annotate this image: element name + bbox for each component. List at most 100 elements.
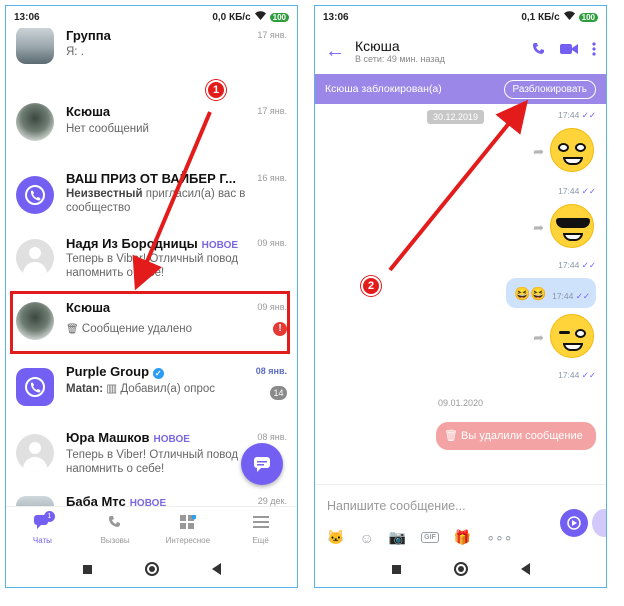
explore-icon: [179, 514, 197, 529]
verified-icon: ✓: [152, 368, 164, 379]
chat-name: Надя Из Бородницы НОВОЕ: [66, 236, 239, 251]
date-separator: 09.01.2020: [437, 398, 484, 408]
chat-item[interactable]: Purple Group ✓ 08 янв. Matan: ▥ Добавил(…: [6, 358, 297, 420]
status-bar: 13:06 0,0 КБ/с 100: [6, 6, 297, 28]
more-options-icon[interactable]: [592, 41, 596, 61]
chat-date: 29 дек.: [257, 496, 287, 506]
share-icon[interactable]: ➦: [533, 144, 544, 160]
more-icon[interactable]: ∘∘∘: [486, 529, 512, 546]
chats-count-badge: 1: [43, 511, 55, 522]
chat-name: Баба Мтс НОВОЕ: [66, 494, 166, 506]
new-label: НОВОЕ: [201, 240, 239, 251]
home-icon[interactable]: [453, 562, 468, 576]
avatar: [16, 103, 54, 141]
network-speed: 0,0 КБ/с: [212, 11, 251, 23]
chat-preview: Matan: ▥ Добавил(а) опрос: [66, 383, 216, 395]
message-time: 17:44 ✓✓: [558, 370, 596, 380]
cat-sticker-icon[interactable]: 🐱: [327, 529, 344, 546]
compose-button[interactable]: [241, 443, 283, 485]
message-time: 17:44 ✓✓: [558, 260, 596, 270]
chat-list-screen: 13:06 0,0 КБ/с 100 Группа 17 янв. Я: . К…: [5, 5, 298, 588]
avatar: [16, 368, 54, 406]
chat-item[interactable]: Баба Мтс НОВОЕ 29 дек.: [6, 488, 297, 506]
chat-item[interactable]: Надя Из Бородницы НОВОЕ 09 янв. Теперь в …: [6, 228, 297, 290]
tab-more[interactable]: Ещё: [224, 507, 297, 552]
send-icon: [567, 516, 581, 530]
battery-icon: 100: [269, 12, 289, 22]
network-speed: 0,1 КБ/с: [521, 11, 560, 23]
message-time: 17:44 ✓✓: [552, 291, 590, 301]
bottom-tab-bar: 1 Чаты Вызовы Интересное Ещё: [6, 506, 297, 552]
message-icon: [254, 457, 270, 472]
tab-chats[interactable]: 1 Чаты: [6, 507, 79, 552]
chat-preview: Теперь в Viber! Отличный повод напомнить…: [66, 449, 239, 475]
recent-apps-icon[interactable]: [82, 564, 92, 574]
back-nav-icon[interactable]: [211, 563, 221, 575]
blocked-text: Ксюша заблокирован(а): [325, 83, 442, 95]
chat-name: Группа: [66, 28, 111, 43]
chat-name: Юра Машков НОВОЕ: [66, 430, 190, 445]
cool-emoji-sticker: [550, 204, 594, 248]
avatar: [16, 496, 54, 506]
menu-icon: [252, 516, 269, 528]
conversation-header: ← Ксюша В сети: 49 мин. назад: [315, 28, 606, 74]
back-nav-icon[interactable]: [520, 563, 530, 575]
call-icon[interactable]: [532, 42, 546, 61]
chat-name: ВАШ ПРИЗ ОТ ВАЙБЕР Г...: [66, 171, 236, 186]
recent-apps-icon[interactable]: [391, 564, 401, 574]
chat-date: 08 янв.: [257, 432, 287, 442]
gif-icon[interactable]: GIF: [421, 532, 439, 543]
conversation-screen: 13:06 0,1 КБ/с 100 ← Ксюша В сети: 49 ми…: [314, 5, 607, 588]
chat-item[interactable]: ВАШ ПРИЗ ОТ ВАЙБЕР Г... 16 янв. Неизвест…: [6, 165, 297, 227]
avatar: [16, 28, 54, 64]
wink-emoji-sticker: [550, 314, 594, 358]
chat-date: 16 янв.: [257, 173, 287, 183]
message-time: 17:44 ✓✓: [558, 110, 596, 120]
chat-preview: Нет сообщений: [66, 123, 149, 135]
chat-preview: Теперь в Viber! Отличный повод напомнить…: [66, 253, 239, 279]
sent-message-bubble: 😆😆 17:44 ✓✓: [506, 278, 596, 308]
camera-icon[interactable]: 📷: [389, 529, 406, 546]
video-call-icon[interactable]: [560, 42, 578, 60]
android-nav-bar: [6, 551, 297, 587]
date-chip: 30.12.2019: [427, 110, 485, 124]
tab-explore[interactable]: Интересное: [152, 507, 225, 552]
back-arrow-icon[interactable]: ←: [325, 40, 355, 63]
chat-item[interactable]: Группа 17 янв. Я: .: [6, 28, 297, 78]
emoji-icon[interactable]: ☺: [359, 530, 373, 546]
phone-icon: [109, 516, 121, 527]
chat-name: Purple Group ✓: [66, 364, 164, 379]
deleted-message-bubble: 🗑 Вы удалили сообщение: [436, 422, 596, 450]
unread-count-badge: 14: [270, 386, 287, 400]
chat-item[interactable]: Ксюша 17 янв. Нет сообщений: [6, 100, 297, 162]
blocked-banner: Ксюша заблокирован(а) Разблокировать: [315, 74, 606, 104]
message-time: 17:44 ✓✓: [558, 186, 596, 196]
viber-logo-icon: [25, 185, 45, 205]
new-label: НОВОЕ: [129, 498, 167, 506]
message-input[interactable]: Напишите сообщение...: [327, 499, 466, 513]
chat-preview: Неизвестный пригласил(а) вас в сообществ…: [66, 188, 246, 214]
gift-icon[interactable]: 🎁: [454, 529, 471, 546]
viber-logo-icon: [25, 377, 45, 397]
status-time: 13:06: [323, 11, 349, 23]
battery-icon: 100: [578, 12, 598, 22]
unblock-button[interactable]: Разблокировать: [503, 79, 596, 99]
home-icon[interactable]: [144, 562, 159, 576]
new-label: НОВОЕ: [153, 434, 190, 445]
chat-preview: Я: .: [66, 46, 84, 58]
composer-tools: 🐱 ☺ 📷 GIF 🎁 ∘∘∘: [327, 529, 513, 546]
avatar-placeholder: [16, 434, 54, 472]
share-icon[interactable]: ➦: [533, 220, 544, 236]
highlight-frame: [10, 291, 290, 354]
share-icon[interactable]: ➦: [533, 330, 544, 346]
send-button[interactable]: [560, 509, 588, 537]
poll-icon: ▥: [106, 383, 121, 395]
chat-date: 08 янв.: [255, 366, 287, 376]
step-1-marker: 1: [206, 80, 226, 100]
laughing-emoji-icon: 😆😆: [514, 286, 547, 301]
tab-calls[interactable]: Вызовы: [79, 507, 152, 552]
secondary-button[interactable]: [592, 509, 606, 537]
android-nav-bar: [315, 551, 606, 587]
status-time: 13:06: [14, 11, 40, 23]
chat-date: 09 янв.: [257, 238, 287, 248]
